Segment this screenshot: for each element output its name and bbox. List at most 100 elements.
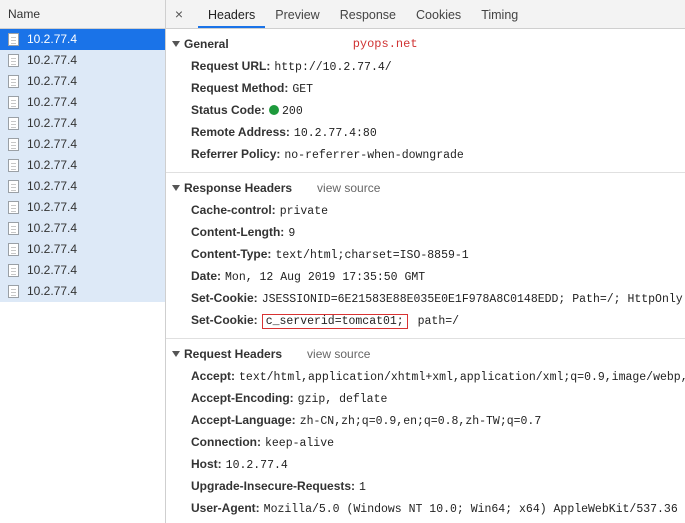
header-value: 10.2.77.4 — [225, 459, 288, 472]
request-row[interactable]: 10.2.77.4 — [0, 50, 165, 71]
request-row[interactable]: 10.2.77.4 — [0, 176, 165, 197]
request-view-source-link[interactable]: view source — [307, 343, 370, 365]
response-header-rows: Cache-control: private Content-Length: 9 Con… — [166, 199, 685, 331]
request-row[interactable]: 10.2.77.4 — [0, 218, 165, 239]
header-value: gzip, deflate — [297, 393, 388, 406]
header-key: Content-Type: — [191, 247, 272, 261]
document-file-icon — [8, 138, 19, 151]
header-key: Accept-Language: — [191, 413, 296, 427]
document-file-icon — [8, 159, 19, 172]
header-key: Cache-control: — [191, 203, 276, 217]
header-row: Set-Cookie: c_serverid=tomcat01; path=/ — [166, 309, 685, 331]
header-key: Referrer Policy: — [191, 147, 281, 161]
request-row[interactable]: 10.2.77.4 — [0, 71, 165, 92]
expand-triangle-icon — [172, 185, 180, 191]
header-key: Request Method: — [191, 81, 289, 95]
header-value: http://10.2.77.4/ — [274, 61, 392, 74]
header-key: Connection: — [191, 435, 261, 449]
document-file-icon — [8, 96, 19, 109]
header-value: 9 — [288, 227, 296, 240]
general-rows: Request URL: http://10.2.77.4/Request Met… — [166, 55, 685, 165]
header-row: Cache-control: private — [166, 199, 685, 221]
header-value: 200 — [282, 105, 303, 118]
header-row: Accept: text/html,application/xhtml+xml,a… — [166, 365, 685, 387]
header-row: User-Agent: Mozilla/5.0 (Windows NT 10.0;… — [166, 497, 685, 519]
document-file-icon — [8, 243, 19, 256]
tab-cookies[interactable]: Cookies — [406, 1, 471, 28]
tab-response[interactable]: Response — [330, 1, 406, 28]
header-value: GET — [292, 83, 314, 96]
header-row: Status Code: 200 — [166, 99, 685, 121]
request-row[interactable]: 10.2.77.4 — [0, 134, 165, 155]
request-row[interactable]: 10.2.77.4 — [0, 239, 165, 260]
header-row: Date: Mon, 12 Aug 2019 17:35:50 GMT — [166, 265, 685, 287]
tab-timing[interactable]: Timing — [471, 1, 528, 28]
name-column-header[interactable]: Name — [0, 0, 165, 29]
document-file-icon — [8, 54, 19, 67]
details-tab-bar: × Headers Preview Response Cookies Timing — [166, 0, 685, 29]
header-key: Status Code: — [191, 103, 266, 117]
request-name: 10.2.77.4 — [27, 200, 78, 214]
request-name: 10.2.77.4 — [27, 158, 78, 172]
tab-preview[interactable]: Preview — [265, 1, 329, 28]
request-name: 10.2.77.4 — [27, 179, 78, 193]
request-name: 10.2.77.4 — [27, 74, 78, 88]
header-key: Accept-Encoding: — [191, 391, 294, 405]
document-file-icon — [8, 75, 19, 88]
header-row: Content-Type: text/html;charset=ISO-8859-… — [166, 243, 685, 265]
header-value: Mon, 12 Aug 2019 17:35:50 GMT — [225, 271, 426, 284]
header-row: Connection: keep-alive — [166, 431, 685, 453]
header-value: no-referrer-when-downgrade — [284, 149, 464, 162]
header-row: Referrer Policy: no-referrer-when-downgra… — [166, 143, 685, 165]
request-row[interactable]: 10.2.77.4 — [0, 281, 165, 302]
request-row[interactable]: 10.2.77.4 — [0, 29, 165, 50]
header-value: JSESSIONID=6E21583E88E035E0E1F978A8C0148… — [261, 293, 683, 306]
document-file-icon — [8, 201, 19, 214]
header-key: User-Agent: — [191, 501, 260, 515]
header-value: Mozilla/5.0 (Windows NT 10.0; Win64; x64… — [263, 503, 685, 516]
document-file-icon — [8, 285, 19, 298]
request-row[interactable]: 10.2.77.4 — [0, 260, 165, 281]
response-view-source-link[interactable]: view source — [317, 177, 380, 199]
request-list: 10.2.77.4 10.2.77.4 10.2.77.4 10.2.77.4 10.2… — [0, 29, 165, 302]
header-row: Request URL: http://10.2.77.4/ — [166, 55, 685, 77]
header-key: Remote Address: — [191, 125, 290, 139]
request-headers-title: Request Headers — [184, 347, 283, 361]
request-row[interactable]: 10.2.77.4 — [0, 92, 165, 113]
general-section: General pyops.net Request URL: http://10.… — [166, 29, 685, 173]
close-icon[interactable]: × — [170, 1, 188, 28]
header-row: Accept-Language: zh-CN,zh;q=0.9,en;q=0.8,… — [166, 409, 685, 431]
header-row: Remote Address: 10.2.77.4:80 — [166, 121, 685, 143]
request-name: 10.2.77.4 — [27, 242, 78, 256]
header-key: Host: — [191, 457, 222, 471]
header-key: Request URL: — [191, 59, 271, 73]
general-title: General — [184, 37, 229, 51]
request-name: 10.2.77.4 — [27, 95, 78, 109]
response-headers-title: Response Headers — [184, 181, 293, 195]
header-key: Set-Cookie: — [191, 291, 258, 305]
document-file-icon — [8, 222, 19, 235]
request-name: 10.2.77.4 — [27, 221, 78, 235]
header-value: text/html,application/xhtml+xml,applicat… — [239, 371, 685, 384]
request-details-panel: × Headers Preview Response Cookies Timing Ge… — [166, 0, 685, 523]
document-file-icon — [8, 117, 19, 130]
request-headers-section: Request Headers view source Accept: text/… — [166, 339, 685, 523]
header-value: private — [279, 205, 328, 218]
request-name: 10.2.77.4 — [27, 284, 78, 298]
general-section-header[interactable]: General pyops.net — [166, 33, 685, 55]
header-value-suffix: path=/ — [410, 315, 460, 328]
request-row[interactable]: 10.2.77.4 — [0, 197, 165, 218]
request-row[interactable]: 10.2.77.4 — [0, 155, 165, 176]
request-headers-section-header[interactable]: Request Headers view source — [166, 343, 685, 365]
response-headers-section-header[interactable]: Response Headers view source — [166, 177, 685, 199]
tab-headers[interactable]: Headers — [198, 1, 266, 28]
expand-triangle-icon — [172, 41, 180, 47]
expand-triangle-icon — [172, 351, 180, 357]
header-row: Accept-Encoding: gzip, deflate — [166, 387, 685, 409]
request-header-rows: Accept: text/html,application/xhtml+xml,a… — [166, 365, 685, 519]
request-row[interactable]: 10.2.77.4 — [0, 113, 165, 134]
header-row: Set-Cookie: JSESSIONID=6E21583E88E035E0E1… — [166, 287, 685, 309]
header-value: text/html;charset=ISO-8859-1 — [275, 249, 469, 262]
highlighted-header-value: c_serverid=tomcat01; — [261, 314, 408, 329]
request-list-panel: Name 10.2.77.4 10.2.77.4 10.2.77.4 10.2.77.… — [0, 0, 166, 523]
